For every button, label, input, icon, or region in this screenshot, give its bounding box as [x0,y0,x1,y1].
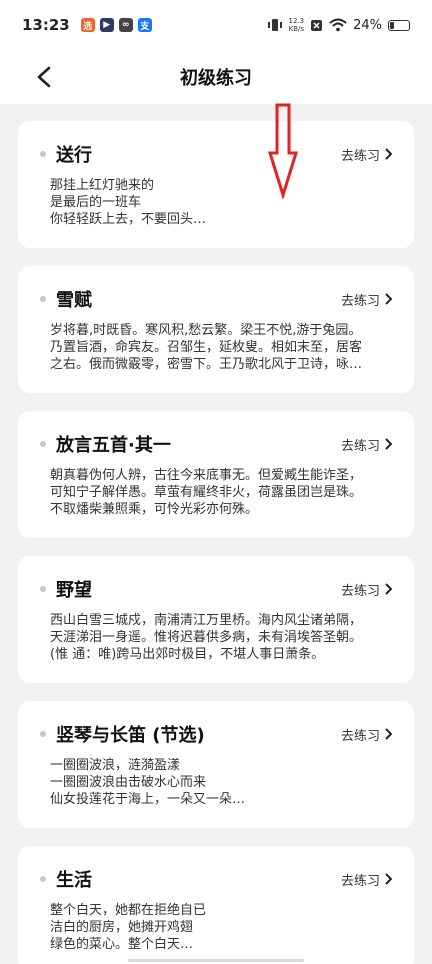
chevron-right-icon [385,873,392,885]
scroll-down-arrow-icon [267,103,299,199]
go-practice-button[interactable]: 去练习 [341,725,392,744]
notification-alipay-icon: 支 [137,18,152,32]
exercise-card[interactable]: 雪赋 去练习 岁将暮,时既昏。寒风积,愁云繁。梁王不悦,游于兔园。 乃置旨酒，命… [18,266,414,393]
exercise-card[interactable]: 野望 去练习 西山白雪三城戍，南浦清江万里桥。海内风尘诸弟隔， 天涯涕泪一身遥。… [18,556,414,683]
notification-play-icon: ▶ [99,18,114,32]
go-practice-button[interactable]: 去练习 [341,870,392,889]
sim-off-icon [311,19,323,31]
card-title: 放言五首·其一 [56,435,171,456]
card-excerpt: 朝真暮伪何人辨，古往今来底事无。但爱臧生能诈圣， 可知宁子解佯愚。草萤有耀终非火… [50,468,363,517]
chevron-right-icon [385,438,392,450]
go-practice-button[interactable]: 去练习 [341,145,392,164]
status-right: 12.3 KB/s 24% [267,17,410,33]
exercise-card[interactable]: 送行 去练习 那挂上红灯驰来的 是最后的一班车 你轻轻跃上去，不要回头… [18,121,414,248]
card-excerpt: 西山白雪三城戍，南浦清江万里桥。海内风尘诸弟隔， 天涯涕泪一身遥。惟将迟暮供多病… [50,613,363,662]
card-title: 野望 [56,580,92,601]
go-practice-button[interactable]: 去练习 [341,580,392,599]
battery-fill [390,21,395,29]
go-practice-button[interactable]: 去练习 [341,435,392,454]
status-time: 13:23 [22,16,70,34]
exercise-card[interactable]: 竖琴与长笛 (节选) 去练习 一圈圈波浪，涟漪盈漾 一圈圈波浪由击破水心而来 仙… [18,701,414,828]
status-bar: 13:23 选 ▶ ∞ 支 12.3 KB/s 24% [0,0,432,50]
notification-swirl-icon: ∞ [118,18,133,32]
chevron-right-icon [385,583,392,595]
chevron-right-icon [385,148,392,160]
chevron-left-icon [37,66,51,88]
exercise-card[interactable]: 放言五首·其一 去练习 朝真暮伪何人辨，古往今来底事无。但爱臧生能诈圣， 可知宁… [18,411,414,538]
page-title: 初级练习 [180,68,252,89]
card-head: 放言五首·其一 去练习 [40,431,392,457]
back-button[interactable] [30,63,58,91]
card-title: 生活 [56,870,92,891]
exercise-list: 送行 去练习 那挂上红灯驰来的 是最后的一班车 你轻轻跃上去，不要回头… 雪赋 … [18,121,414,964]
header: 初级练习 [0,50,432,104]
bullet-dot [40,586,46,592]
bullet-dot [40,731,46,737]
network-speed: 12.3 KB/s [288,17,305,33]
battery-icon [388,19,410,31]
bullet-dot [40,876,46,882]
home-indicator [128,959,304,962]
exercise-card[interactable]: 生活 去练习 整个白天，她都在拒绝自已 洁白的厨房，她摊开鸡翅 绿色的菜心。整个… [18,846,414,964]
card-title: 送行 [56,145,92,166]
card-title: 竖琴与长笛 (节选) [56,725,205,746]
bullet-dot [40,441,46,447]
card-head: 雪赋 去练习 [40,286,392,312]
card-excerpt: 整个白天，她都在拒绝自已 洁白的厨房，她摊开鸡翅 绿色的菜心。整个白天… [50,903,207,952]
card-excerpt: 那挂上红灯驰来的 是最后的一班车 你轻轻跃上去，不要回头… [50,178,207,227]
wifi-icon [329,18,347,32]
card-head: 送行 去练习 [40,141,392,167]
chevron-right-icon [385,728,392,740]
card-head: 野望 去练习 [40,576,392,602]
card-head: 竖琴与长笛 (节选) 去练习 [40,721,392,747]
card-title: 雪赋 [56,290,92,311]
card-head: 生活 去练习 [40,866,392,892]
go-practice-button[interactable]: 去练习 [341,290,392,309]
card-excerpt: 一圈圈波浪，涟漪盈漾 一圈圈波浪由击破水心而来 仙女投莲花于海上，一朵又一朵… [50,758,246,807]
battery-percent: 24% [353,17,382,33]
bullet-dot [40,296,46,302]
card-excerpt: 岁将暮,时既昏。寒风积,愁云繁。梁王不悦,游于兔园。 乃置旨酒，命宾友。召邹生，… [50,323,363,372]
bullet-dot [40,151,46,157]
notification-app-icon: 选 [80,18,95,32]
chevron-right-icon [385,293,392,305]
vibrate-icon [267,19,282,31]
